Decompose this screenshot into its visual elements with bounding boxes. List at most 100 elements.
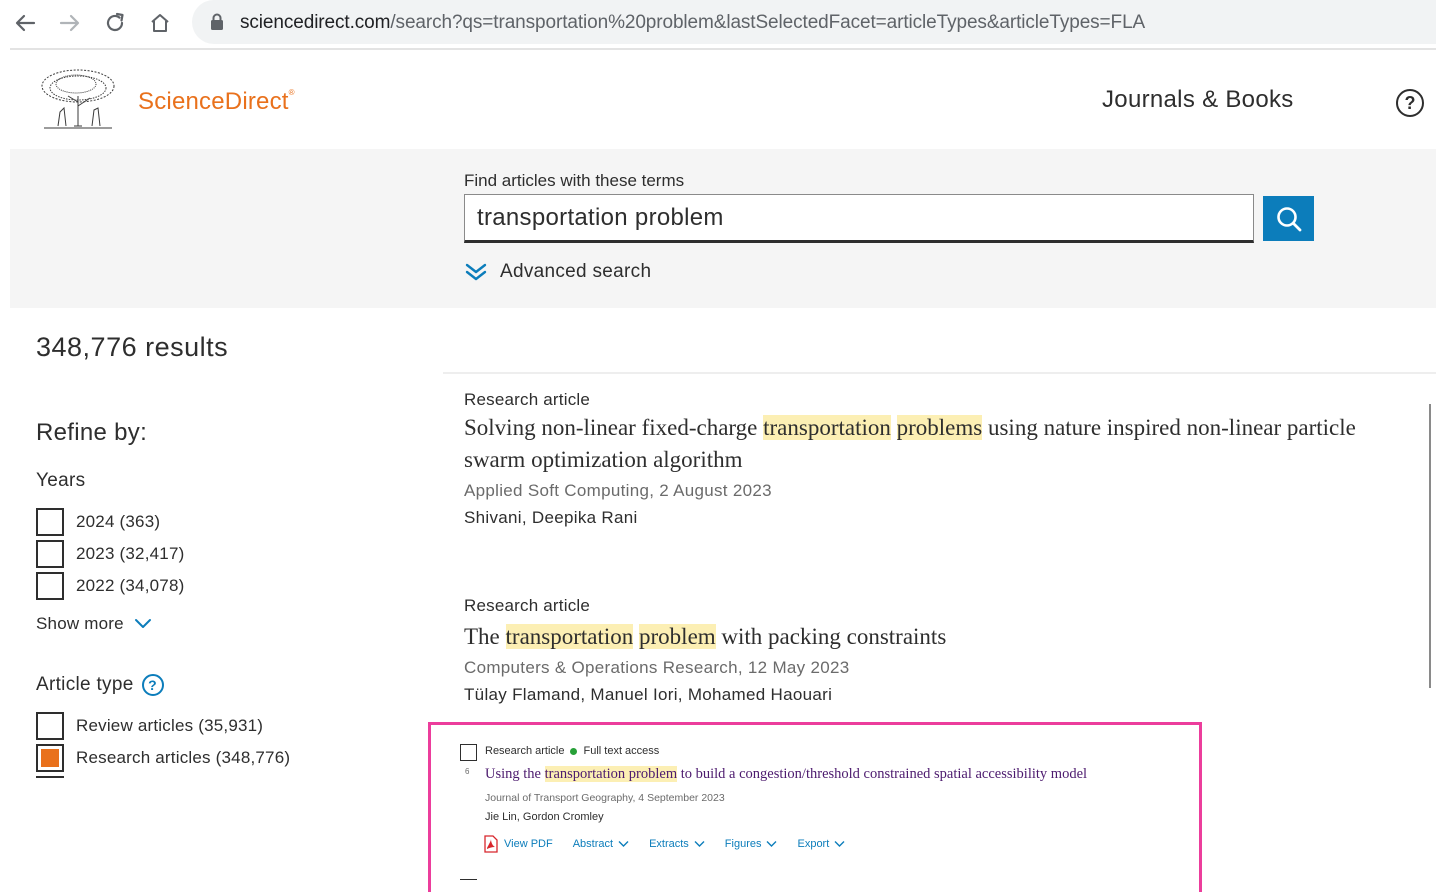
help-icon[interactable]: ? xyxy=(141,674,164,696)
results-count: 348,776 results xyxy=(36,332,229,362)
result-title-link[interactable]: Solving non-linear fixed-charge transpor… xyxy=(464,412,1414,476)
results-divider xyxy=(443,372,1436,374)
open-access-dot-icon xyxy=(570,747,578,755)
search-button[interactable] xyxy=(1263,196,1314,241)
year-filter-2024[interactable]: 2024 (363) xyxy=(36,508,160,536)
address-bar[interactable]: sciencedirect.com/search?qs=transportati… xyxy=(192,0,1436,44)
years-facet-title: Years xyxy=(36,470,86,491)
double-chevron-down-icon xyxy=(465,263,487,281)
arrow-left-icon xyxy=(15,14,36,32)
result-select-checkbox[interactable] xyxy=(460,744,477,761)
access-status: Full text access xyxy=(583,745,660,757)
chevron-down-icon xyxy=(618,841,629,847)
title-text: Solving non-linear fixed-charge xyxy=(464,415,764,440)
search-panel: Find articles with these terms Advanced … xyxy=(10,149,1436,308)
brand-name[interactable]: ScienceDirect® xyxy=(138,88,295,116)
article-type-filter-review[interactable]: Review articles (35,931) xyxy=(36,712,263,740)
title-highlight: transportation problem xyxy=(544,766,678,782)
result-article-type: Research article xyxy=(464,596,591,615)
back-button[interactable] xyxy=(10,8,40,38)
title-highlight: transportation xyxy=(763,415,891,440)
year-filter-label: 2022 (34,078) xyxy=(76,576,185,595)
pdf-icon xyxy=(484,835,498,853)
journals-books-link[interactable]: Journals & Books xyxy=(1102,86,1294,114)
chevron-down-icon xyxy=(134,619,151,628)
site-header: ScienceDirect® Journals & Books ? xyxy=(10,52,1436,148)
url-text: sciencedirect.com/search?qs=transportati… xyxy=(240,12,1145,34)
reload-icon xyxy=(106,12,124,32)
result-source[interactable]: Computers & Operations Research, 12 May … xyxy=(464,658,850,678)
year-filter-2022[interactable]: 2022 (34,078) xyxy=(36,572,184,600)
year-checkbox[interactable] xyxy=(36,508,64,536)
highlighted-result-card: Research article Full text access 6 Usin… xyxy=(428,722,1202,892)
show-more-years-button[interactable]: Show more xyxy=(36,614,152,634)
chevron-down-icon xyxy=(834,841,845,847)
result-article-type: Research article xyxy=(485,745,565,757)
search-label: Find articles with these terms xyxy=(464,171,685,190)
search-input[interactable] xyxy=(464,194,1254,243)
forward-button[interactable] xyxy=(55,8,85,38)
abstract-label: Abstract xyxy=(572,838,614,850)
figures-toggle[interactable]: Figures xyxy=(725,838,778,850)
view-pdf-link[interactable]: View PDF xyxy=(483,835,553,853)
year-filter-label: 2024 (363) xyxy=(76,512,161,531)
elsevier-tree-logo-icon[interactable] xyxy=(38,68,118,130)
view-pdf-label: View PDF xyxy=(504,838,553,850)
title-highlight: problem xyxy=(639,624,716,649)
scrollbar[interactable] xyxy=(1429,404,1431,688)
home-icon xyxy=(151,14,169,32)
search-icon xyxy=(1276,206,1301,231)
article-type-label: Research articles (348,776) xyxy=(76,748,291,767)
article-type-checkbox-checked[interactable] xyxy=(36,744,64,772)
result-source[interactable]: Applied Soft Computing, 2 August 2023 xyxy=(464,481,772,501)
article-type-title: Article type xyxy=(36,674,134,695)
result-index: 6 xyxy=(465,767,470,776)
brand-text: ScienceDirect xyxy=(138,88,289,115)
year-checkbox[interactable] xyxy=(36,572,64,600)
advanced-search-label: Advanced search xyxy=(500,261,652,282)
home-button[interactable] xyxy=(145,8,175,38)
title-text: The xyxy=(464,624,506,649)
result-title-link[interactable]: The transportation problem with packing … xyxy=(464,621,1414,653)
arrow-right-icon xyxy=(59,14,80,32)
result-authors: Shivani, Deepika Rani xyxy=(464,508,638,527)
title-text: to build a congestion/threshold constrai… xyxy=(677,766,1088,782)
article-type-checkbox[interactable] xyxy=(36,712,64,740)
article-type-label: Review articles (35,931) xyxy=(76,716,264,735)
extracts-label: Extracts xyxy=(649,838,689,850)
title-highlight: transportation xyxy=(505,624,634,649)
year-filter-label: 2023 (32,417) xyxy=(76,544,185,563)
result-source[interactable]: Journal of Transport Geography, 4 Septem… xyxy=(485,792,725,804)
lock-icon xyxy=(211,13,223,30)
article-type-filter-research[interactable]: Research articles (348,776) xyxy=(36,744,290,772)
advanced-search-link[interactable]: Advanced search xyxy=(464,261,651,283)
registered-mark-icon: ® xyxy=(288,88,295,97)
result-authors: Tülay Flamand, Manuel Iori, Mohamed Haou… xyxy=(464,685,833,704)
result-authors: Jie Lin, Gordon Cromley xyxy=(485,811,604,823)
title-text: Using the xyxy=(485,766,545,782)
help-icon[interactable]: ? xyxy=(1396,89,1424,117)
title-highlight: problems xyxy=(896,415,983,440)
chevron-down-icon xyxy=(694,841,705,847)
result-article-type: Research article xyxy=(464,390,591,409)
title-text: with packing constraints xyxy=(715,624,947,649)
year-checkbox[interactable] xyxy=(36,540,64,568)
figures-label: Figures xyxy=(724,838,762,850)
result-meta: Research article Full text access xyxy=(485,745,659,757)
next-result-checkbox[interactable] xyxy=(460,879,477,883)
article-type-facet-title: Article type ? xyxy=(36,674,164,696)
abstract-toggle[interactable]: Abstract xyxy=(573,838,629,850)
browser-toolbar: sciencedirect.com/search?qs=transportati… xyxy=(0,0,1436,50)
toolbar-divider xyxy=(10,48,1436,50)
extracts-toggle[interactable]: Extracts xyxy=(649,838,705,850)
result-title-link[interactable]: Using the transportation problem to buil… xyxy=(485,766,1087,783)
facet-divider xyxy=(36,776,64,778)
url-path: /search?qs=transportation%20problem&last… xyxy=(390,12,1146,33)
chevron-down-icon xyxy=(766,841,777,847)
result-actions: View PDF Abstract Extracts Figures Expor… xyxy=(483,835,865,853)
show-more-label: Show more xyxy=(36,614,124,633)
reload-button[interactable] xyxy=(100,8,130,38)
export-toggle[interactable]: Export xyxy=(797,838,845,850)
export-label: Export xyxy=(797,838,830,850)
year-filter-2023[interactable]: 2023 (32,417) xyxy=(36,540,184,568)
